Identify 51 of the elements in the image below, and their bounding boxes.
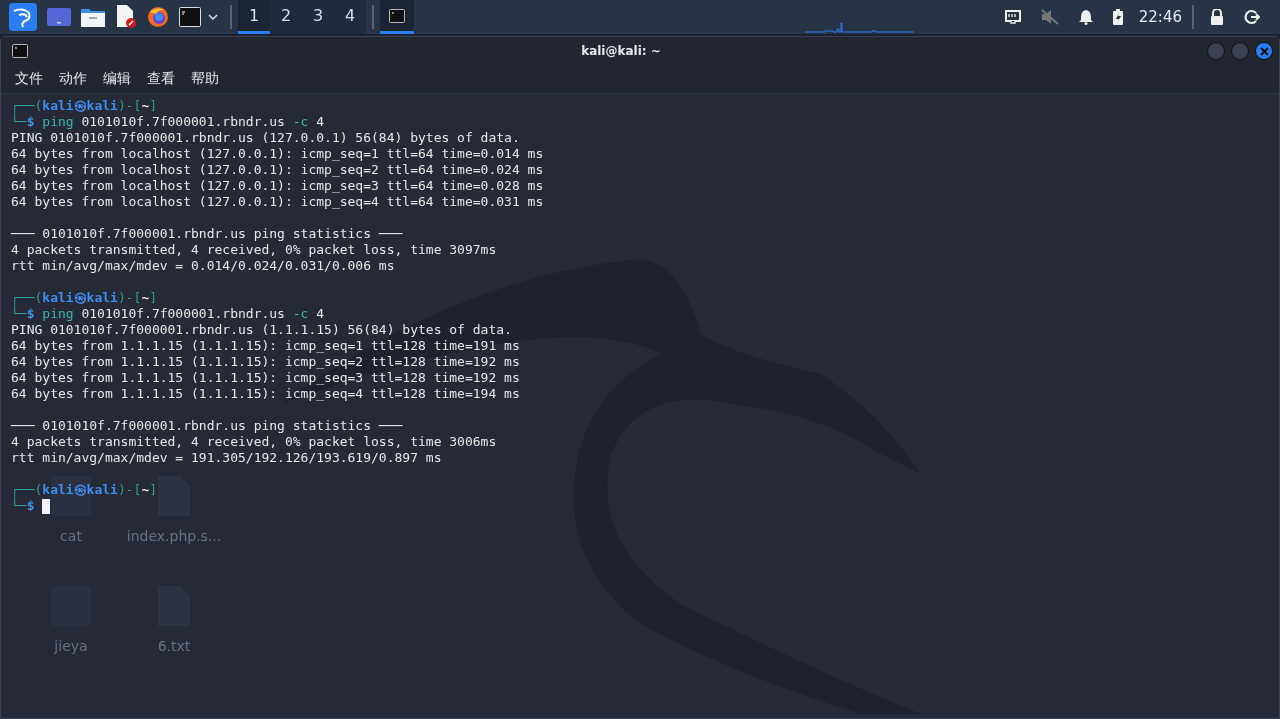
menu-item[interactable]: 帮助	[183, 70, 227, 88]
prompt-line: ┌──(kali㉿kali)-[~]	[11, 290, 158, 306]
output-line: rtt min/avg/max/mdev = 0.014/0.024/0.031/0.006 ms	[11, 258, 395, 274]
terminal-icon	[12, 44, 28, 58]
desktop-icon	[47, 8, 71, 26]
workspace-button[interactable]: 2	[270, 0, 302, 34]
close-button[interactable]	[1255, 42, 1273, 60]
output-line: ─── 0101010f.7f000001.rbndr.us ping statistics ───	[11, 418, 403, 434]
menu-item[interactable]: 动作	[51, 70, 95, 88]
dragon-icon	[9, 3, 37, 31]
workspace-button[interactable]: 1	[238, 0, 270, 34]
terminal-icon	[389, 8, 405, 23]
caret-icon[interactable]	[208, 14, 218, 20]
menu-item[interactable]: 编辑	[95, 70, 139, 88]
command-line: └─$ ping 0101010f.7f000001.rbndr.us -c 4	[11, 306, 325, 322]
output-line: ─── 0101010f.7f000001.rbndr.us ping statistics ───	[11, 226, 403, 242]
output-line: 64 bytes from localhost (127.0.0.1): icmp_seq=2 ttl=64 time=0.024 ms	[11, 162, 544, 178]
network-icon[interactable]	[1004, 10, 1021, 24]
muted-speaker-icon[interactable]	[1040, 9, 1059, 25]
output-line: rtt min/avg/max/mdev = 191.305/192.126/193.619/0.897 ms	[11, 450, 442, 466]
document-icon	[115, 5, 137, 29]
bell-icon[interactable]	[1078, 9, 1093, 25]
terminal-icon	[179, 7, 201, 27]
browser-icon	[147, 6, 169, 28]
battery-icon[interactable]	[1112, 9, 1123, 25]
command-line: └─$	[11, 498, 35, 514]
command-line: └─$ ping 0101010f.7f000001.rbndr.us -c 4	[11, 114, 325, 130]
output-line: 64 bytes from localhost (127.0.0.1): icmp_seq=1 ttl=64 time=0.014 ms	[11, 146, 544, 162]
prompt-line: ┌──(kali㉿kali)-[~]	[11, 98, 158, 114]
folder-icon	[81, 7, 105, 27]
close-icon	[1259, 46, 1269, 56]
output-line: 64 bytes from localhost (127.0.0.1): icmp_seq=3 ttl=64 time=0.028 ms	[11, 178, 544, 194]
menu-item[interactable]: 查看	[139, 70, 183, 88]
task-button[interactable]	[380, 0, 414, 34]
prompt-line: ┌──(kali㉿kali)-[~]	[11, 482, 158, 498]
menu-item[interactable]: 文件	[7, 70, 51, 88]
output-line: 64 bytes from 1.1.1.15 (1.1.1.15): icmp_seq=4 ttl=128 time=194 ms	[11, 386, 520, 402]
output-line: PING 0101010f.7f000001.rbndr.us (1.1.1.15) 56(84) bytes of data.	[11, 322, 512, 338]
lock-icon[interactable]	[1210, 9, 1224, 25]
output-line: 64 bytes from 1.1.1.15 (1.1.1.15): icmp_seq=2 ttl=128 time=192 ms	[11, 354, 520, 370]
workspace-button[interactable]: 4	[334, 0, 366, 34]
window-title: kali@kali: ~	[580, 44, 662, 58]
output-line: PING 0101010f.7f000001.rbndr.us (127.0.0.1) 56(84) bytes of data.	[11, 130, 520, 146]
clock[interactable]: 22:46	[1138, 8, 1182, 26]
logout-icon[interactable]	[1244, 9, 1260, 25]
workspace-button[interactable]: 3	[302, 0, 334, 34]
output-line: 64 bytes from localhost (127.0.0.1): icmp_seq=4 ttl=64 time=0.031 ms	[11, 194, 544, 210]
output-line: 4 packets transmitted, 4 received, 0% packet loss, time 3097ms	[11, 242, 497, 258]
output-line: 4 packets transmitted, 4 received, 0% packet loss, time 3006ms	[11, 434, 497, 450]
output-line: 64 bytes from 1.1.1.15 (1.1.1.15): icmp_seq=3 ttl=128 time=192 ms	[11, 370, 520, 386]
output-line: 64 bytes from 1.1.1.15 (1.1.1.15): icmp_seq=1 ttl=128 time=191 ms	[11, 338, 520, 354]
